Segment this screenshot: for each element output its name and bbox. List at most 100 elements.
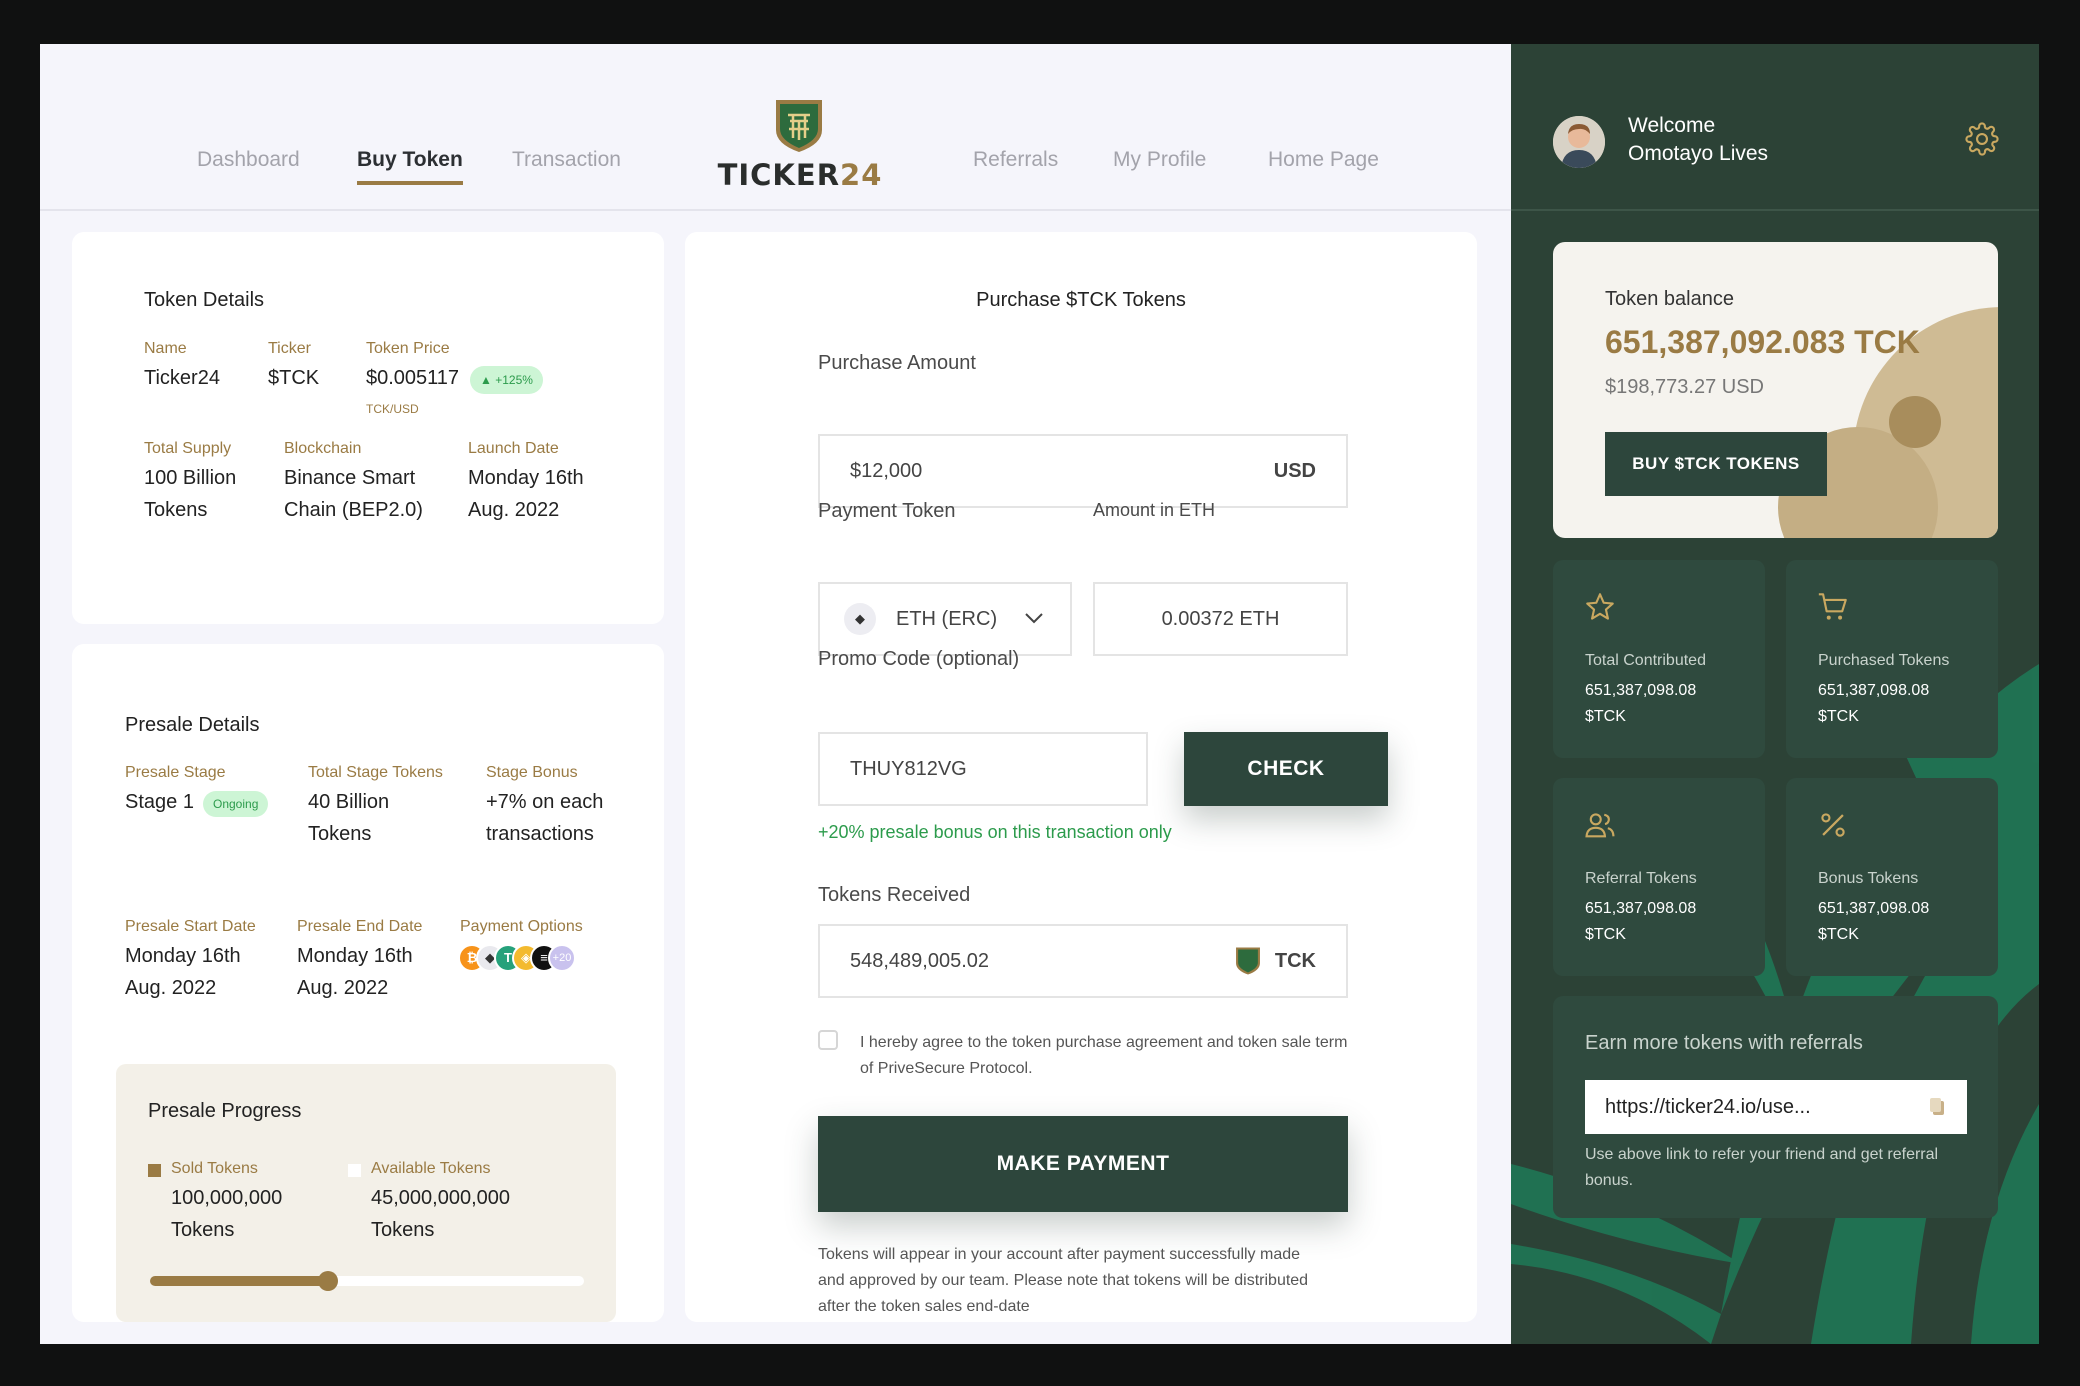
purchase-card: Purchase $TCK Tokens Purchase Amount $12… <box>685 232 1477 1322</box>
referral-card: Earn more tokens with referrals https://… <box>1553 996 1998 1218</box>
stage-bonus-line2: transactions <box>486 823 594 845</box>
make-payment-button[interactable]: MAKE PAYMENT <box>818 1116 1348 1212</box>
ethereum-icon: ◆ <box>844 603 876 635</box>
tck-unit-label: TCK <box>1274 949 1316 972</box>
presale-stage-value: Stage 1 <box>125 791 194 813</box>
nav-buy-token[interactable]: Buy Token <box>357 148 463 185</box>
more-coins-badge[interactable]: +20 <box>548 944 576 972</box>
tokens-received-input[interactable]: 548,489,005.02 TCK <box>818 924 1348 998</box>
token-price-value: $0.005117 <box>366 367 460 389</box>
nav-referrals[interactable]: Referrals <box>973 148 1058 172</box>
nav-my-profile[interactable]: My Profile <box>1113 148 1206 172</box>
promo-message: +20% presale bonus on this transaction o… <box>818 822 1172 842</box>
available-tokens-line1: 45,000,000,000 <box>371 1187 511 1209</box>
referral-link-field[interactable]: https://ticker24.io/use... <box>1585 1080 1967 1134</box>
referral-note: Use above link to refer your friend and … <box>1585 1146 1939 1189</box>
presale-progress-box: Presale Progress Sold Tokens 100,000,000… <box>116 1064 616 1322</box>
right-sidebar: Welcome Omotayo Lives Token balance 651,… <box>1511 44 2039 1344</box>
star-icon <box>1586 593 1614 620</box>
copy-icon[interactable] <box>1927 1096 1947 1118</box>
stat-label: Bonus Tokens <box>1818 870 1919 887</box>
tck-token-icon <box>1235 947 1260 975</box>
payment-options-label: Payment Options <box>460 918 583 935</box>
stat-purchased-tokens: Purchased Tokens 651,387,098.08 $TCK <box>1786 560 1998 758</box>
tck-unit: TCK <box>1235 946 1316 976</box>
tokens-received-label: Tokens Received <box>818 884 971 906</box>
agree-checkbox[interactable] <box>818 1030 838 1050</box>
token-balance-card: Token balance 651,387,092.083 TCK $198,7… <box>1553 242 1998 538</box>
purchase-amount-value: $12,000 <box>850 459 923 482</box>
welcome-label: Welcome <box>1628 114 1716 137</box>
stat-bonus-tokens: Bonus Tokens 651,387,098.08 $TCK <box>1786 778 1998 976</box>
stage-status-badge: Ongoing <box>203 791 269 817</box>
presale-end-line2: Aug. 2022 <box>297 977 389 999</box>
payment-token-select[interactable]: ◆ ETH (ERC) <box>818 582 1072 656</box>
promo-code-input[interactable]: THUY812VG <box>818 732 1148 806</box>
presale-stage-label: Presale Stage <box>125 764 226 781</box>
sold-tokens-label: Sold Tokens <box>171 1160 258 1177</box>
agree-text: I hereby agree to the token purchase agr… <box>860 1034 1348 1077</box>
nav-transaction[interactable]: Transaction <box>512 148 621 172</box>
stat-value-line2: $TCK <box>1585 926 1626 943</box>
token-balance-usd: $198,773.27 USD <box>1605 376 1765 398</box>
progress-track <box>150 1271 584 1291</box>
cart-icon <box>1818 593 1847 620</box>
stat-value-line1: 651,387,098.08 <box>1585 900 1697 917</box>
sold-tokens-line2: Tokens <box>171 1219 235 1241</box>
sold-legend-swatch <box>148 1164 161 1177</box>
token-details-card: Token Details Name Ticker24 Ticker $TCK … <box>72 232 664 624</box>
sidebar-header: Welcome Omotayo Lives <box>1511 44 2039 211</box>
ticker24-logo[interactable]: TICKER24 <box>700 98 900 198</box>
token-balance-label: Token balance <box>1605 288 1734 310</box>
blockchain-line2: Chain (BEP2.0) <box>284 499 423 521</box>
gear-icon[interactable] <box>1965 122 1999 156</box>
stat-value-line1: 651,387,098.08 <box>1818 682 1930 699</box>
progress-knob[interactable] <box>317 1271 338 1291</box>
tokens-received-value: 548,489,005.02 <box>850 949 990 972</box>
avatar-image <box>1553 116 1605 168</box>
name-value: Ticker24 <box>144 367 220 389</box>
purchase-amount-input[interactable]: $12,000 USD <box>818 434 1348 508</box>
stat-value-line2: $TCK <box>1818 708 1859 725</box>
available-tokens-label: Available Tokens <box>371 1160 491 1177</box>
available-legend-swatch <box>348 1164 361 1177</box>
check-button[interactable]: CHECK <box>1184 732 1388 806</box>
stat-referral-tokens: Referral Tokens 651,387,098.08 $TCK <box>1553 778 1765 976</box>
nav-home-page[interactable]: Home Page <box>1268 148 1379 172</box>
total-stage-tokens-label: Total Stage Tokens <box>308 764 443 781</box>
percent-icon <box>1821 813 1845 837</box>
stat-label: Purchased Tokens <box>1818 652 1950 669</box>
ticker-value: $TCK <box>268 367 320 389</box>
chevron-down-icon <box>1025 613 1043 624</box>
sold-tokens-line1: 100,000,000 <box>171 1187 283 1209</box>
presale-start-line1: Monday 16th <box>125 945 241 967</box>
stage-bonus-line1: +7% on each <box>486 791 604 813</box>
presale-progress-title: Presale Progress <box>148 1100 302 1122</box>
presale-details-title: Presale Details <box>125 714 260 736</box>
presale-details-card: Presale Details Presale Stage Stage 1 On… <box>72 644 664 1322</box>
stat-value-line1: 651,387,098.08 <box>1585 682 1697 699</box>
presale-end-label: Presale End Date <box>297 918 423 935</box>
blockchain-line1: Binance Smart <box>284 467 416 489</box>
users-icon <box>1585 813 1615 838</box>
arrow-up-icon: ▲ <box>480 373 492 387</box>
buy-tck-button[interactable]: BUY $TCK TOKENS <box>1605 432 1827 496</box>
payment-token-label: Payment Token <box>818 500 956 522</box>
payment-coins: ₿ ◆ T ◈ ≡ +20 <box>458 944 608 976</box>
amount-eth-input[interactable]: 0.00372 ETH <box>1093 582 1348 656</box>
token-details-title: Token Details <box>144 289 265 311</box>
presale-start-line2: Aug. 2022 <box>125 977 217 999</box>
total-stage-tokens-line2: Tokens <box>308 823 372 845</box>
stat-total-contributed: Total Contributed 651,387,098.08 $TCK <box>1553 560 1765 758</box>
nav-dashboard[interactable]: Dashboard <box>197 148 300 172</box>
user-avatar[interactable] <box>1553 116 1605 168</box>
purchase-currency[interactable]: USD <box>1274 460 1316 483</box>
stat-value-line1: 651,387,098.08 <box>1818 900 1930 917</box>
top-nav: Dashboard Buy Token Transaction Referral… <box>40 44 1511 211</box>
stat-value-line2: $TCK <box>1585 708 1626 725</box>
purchase-title: Purchase $TCK Tokens <box>976 289 1186 311</box>
launch-date-label: Launch Date <box>468 440 559 457</box>
price-change-badge: ▲ +125% <box>470 366 543 394</box>
blockchain-label: Blockchain <box>284 440 362 457</box>
logo-wordmark: TICKER24 <box>717 158 883 192</box>
